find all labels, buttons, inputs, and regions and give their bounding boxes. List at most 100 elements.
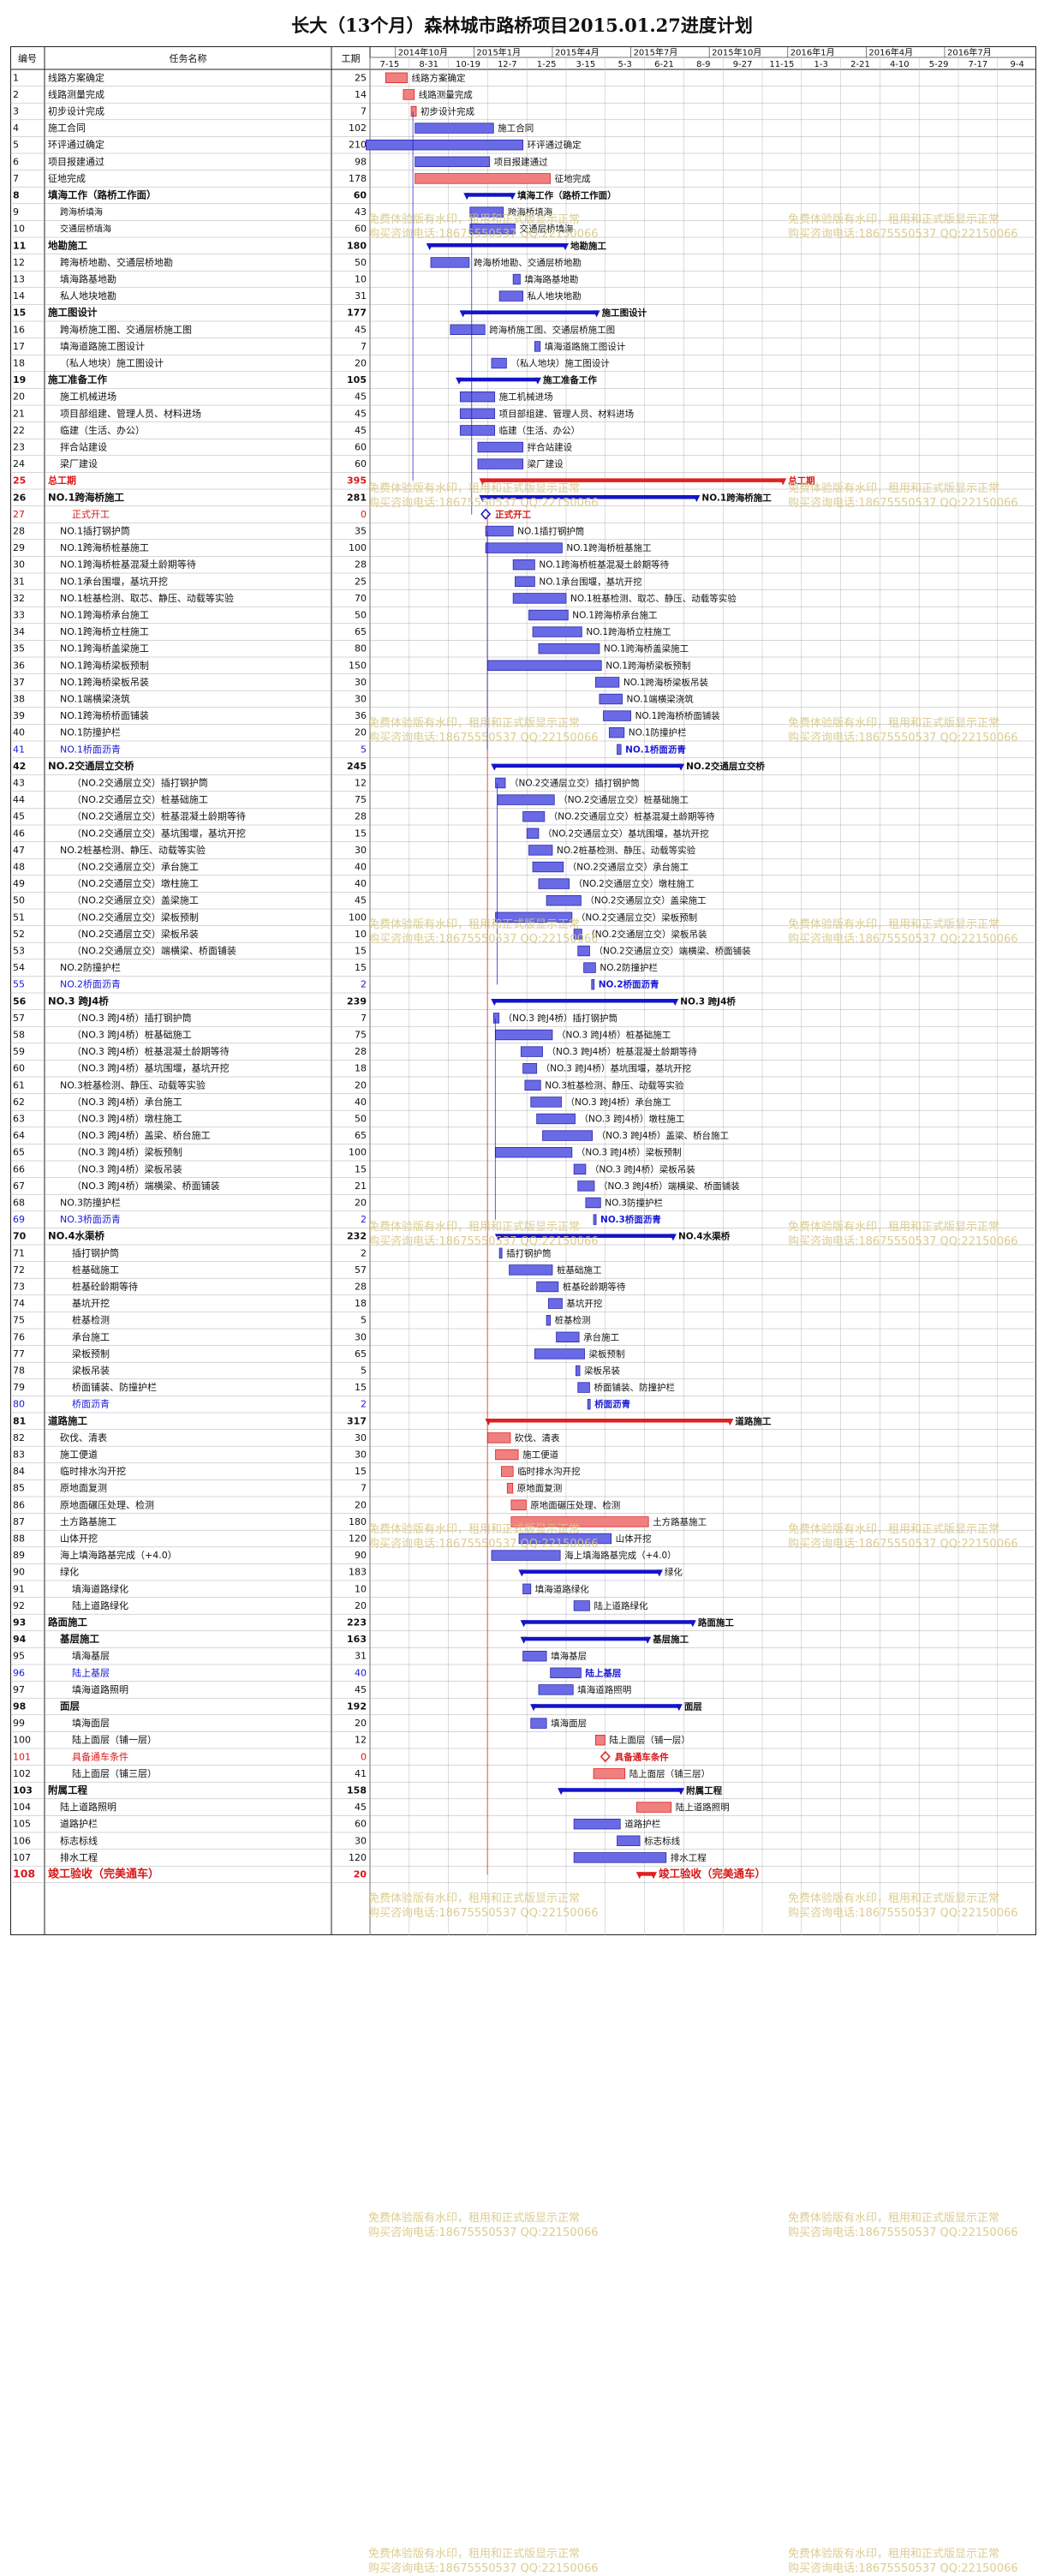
bar-label: 陆上基层	[585, 1667, 621, 1678]
task-duration: 105	[347, 374, 367, 386]
bar-label: 填海道路照明	[577, 1684, 631, 1695]
task-id: 25	[13, 475, 26, 487]
task-name: 项目部组建、管理人员、材料进场	[60, 407, 201, 419]
watermark-line: 购买咨询电话:18675550537 QQ:22150066	[788, 732, 1018, 745]
task-name: 跨海桥施工图、交通层桥施工图	[60, 323, 192, 335]
task-id: 85	[13, 1483, 25, 1494]
task-name: NO.2桩基检测、静压、动载等实验	[60, 844, 206, 856]
bar-label: NO.1跨海桥施工	[701, 492, 772, 503]
task-id: 23	[13, 442, 25, 453]
bar-label: 桩基检测	[555, 1315, 591, 1326]
bar-label: NO.3 跨J4桥	[680, 995, 736, 1007]
task-name: 环评通过确定	[48, 139, 104, 151]
task-id: 22	[13, 425, 25, 436]
task-id: 29	[13, 542, 25, 553]
task-bar	[594, 677, 620, 688]
bar-label: 征地完成	[555, 173, 591, 184]
bar-label: NO.2桥面沥青	[599, 979, 659, 990]
week-label: 1-25	[537, 60, 557, 69]
task-name: 桩基检测	[72, 1314, 110, 1326]
task-name: 施工图设计	[48, 307, 98, 319]
week-label: 8-9	[696, 60, 710, 69]
month-label: 2015年10月	[712, 47, 761, 58]
task-name: 拌合站建设	[60, 441, 107, 453]
bar-label: 陆上道路绿化	[594, 1600, 647, 1611]
task-id: 76	[13, 1331, 25, 1342]
bar-label: 填海路基地勘	[524, 274, 578, 285]
task-id: 48	[13, 862, 25, 873]
task-bar	[491, 1550, 561, 1561]
task-name: 桥面沥青	[72, 1399, 110, 1410]
task-bar	[636, 1802, 672, 1813]
task-name: NO.2交通层立交桥	[48, 760, 134, 772]
task-duration: 158	[347, 1785, 367, 1796]
task-duration: 75	[355, 1030, 367, 1041]
task-bar	[501, 1466, 514, 1477]
bar-label: 梁厂建设	[528, 458, 564, 469]
bar-label: 地勘施工	[570, 240, 606, 251]
bar-label: 施工机械进场	[499, 391, 553, 403]
task-id: 64	[13, 1130, 25, 1141]
bar-label: 环评通过确定	[528, 140, 582, 151]
task-duration: 50	[355, 610, 367, 621]
bar-label: 桩基砼龄期等待	[563, 1282, 626, 1293]
bar-label: 填海基层	[551, 1651, 587, 1662]
task-bar	[573, 1852, 667, 1863]
task-name: 征地完成	[48, 172, 86, 184]
task-duration: 21	[355, 1180, 367, 1192]
task-name: 绿化	[60, 1566, 79, 1578]
summary-bar	[493, 999, 677, 1003]
bar-label: 施工准备工作	[543, 374, 597, 386]
task-name: 梁厂建设	[60, 457, 98, 469]
task-id: 101	[13, 1751, 31, 1762]
task-id: 6	[13, 156, 19, 167]
task-duration: 65	[355, 626, 367, 637]
watermark-line: 免费体验版有水印，租用和正式版显示正常	[788, 1892, 1000, 1906]
task-bar	[577, 945, 590, 957]
task-bar	[583, 962, 596, 973]
task-name: 原地面复测	[60, 1482, 107, 1494]
bar-label: 基层施工	[652, 1634, 689, 1645]
task-name: NO.3桩基检测、静压、动载等实验	[60, 1079, 206, 1091]
task-bar	[522, 1063, 538, 1074]
bar-label: （NO.2交通层立交）盖梁施工	[585, 895, 706, 906]
task-name: 填海面层	[72, 1717, 110, 1729]
task-duration: 20	[355, 1499, 367, 1510]
task-bar	[512, 559, 535, 571]
task-id: 104	[13, 1802, 31, 1813]
summary-bar	[533, 1704, 680, 1708]
task-bar	[459, 391, 496, 403]
task-id: 82	[13, 1432, 25, 1443]
task-name: 排水工程	[60, 1851, 98, 1863]
task-id: 33	[13, 610, 25, 621]
bar-label: NO.1插打钢护筒	[517, 526, 584, 537]
bar-label: NO.1跨海桥桥面铺装	[635, 710, 721, 721]
task-id: 28	[13, 526, 25, 537]
task-duration: 31	[355, 290, 367, 302]
bar-label: 附属工程	[686, 1785, 722, 1796]
task-duration: 60	[355, 442, 367, 453]
task-bar	[487, 660, 602, 672]
watermark-line: 免费体验版有水印，租用和正式版显示正常	[788, 918, 1000, 932]
bar-label: NO.1端横梁浇筑	[626, 694, 694, 705]
watermark-line: 免费体验版有水印，租用和正式版显示正常	[788, 2211, 1000, 2225]
task-duration: 25	[355, 576, 367, 587]
task-duration: 7	[361, 341, 367, 352]
bar-label: 海上填海路基完成（+4.0）	[564, 1550, 677, 1561]
watermark-line: 购买咨询电话:18675550537 QQ:22150066	[368, 1235, 599, 1249]
task-name: 桥面铺装、防撞护栏	[72, 1381, 157, 1393]
task-name: 土方路基施工	[60, 1515, 116, 1527]
task-name: 桩基础施工	[72, 1264, 119, 1276]
watermark-line: 购买咨询电话:18675550537 QQ:22150066	[788, 1235, 1018, 1249]
task-id: 86	[13, 1499, 25, 1510]
task-id: 97	[13, 1684, 25, 1695]
task-id: 21	[13, 408, 25, 419]
task-duration: 2	[361, 979, 367, 990]
bar-label: 施工便道	[522, 1449, 558, 1461]
bar-label: 承台施工	[583, 1331, 619, 1342]
task-id: 19	[13, 374, 26, 386]
watermark-line: 购买咨询电话:18675550537 QQ:22150066	[368, 496, 599, 510]
task-duration: 30	[355, 1835, 367, 1846]
week-label: 2-21	[850, 60, 870, 69]
task-id: 35	[13, 643, 25, 654]
